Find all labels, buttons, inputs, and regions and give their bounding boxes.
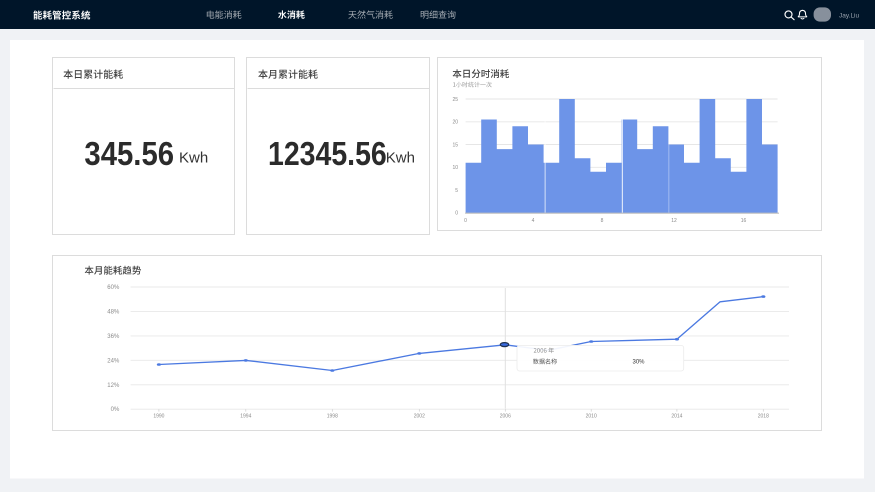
svg-text:345.56: 345.56 [84,135,174,172]
svg-text:36%: 36% [107,334,120,340]
svg-text:0: 0 [464,218,467,224]
svg-text:Kwh: Kwh [386,150,415,167]
svg-text:12345.56: 12345.56 [268,135,387,173]
svg-text:10: 10 [452,165,458,171]
svg-text:24%: 24% [107,358,120,364]
svg-text:48%: 48% [107,309,120,315]
svg-text:2010: 2010 [586,413,597,419]
svg-text:Kwh: Kwh [179,150,208,167]
svg-text:8: 8 [601,218,604,224]
svg-text:15: 15 [452,142,458,148]
svg-text:0: 0 [455,211,458,217]
svg-text:2006: 2006 [500,413,511,419]
svg-text:60%: 60% [107,285,120,291]
svg-text:2014: 2014 [671,413,682,419]
svg-text:Jay.Liu: Jay.Liu [839,12,859,19]
svg-text:1990: 1990 [153,413,164,419]
svg-text:30%: 30% [633,360,646,366]
svg-text:0%: 0% [111,407,120,413]
svg-text:1998: 1998 [327,413,338,419]
svg-text:12: 12 [671,218,677,224]
svg-text:5: 5 [455,188,458,194]
svg-text:1994: 1994 [240,413,251,419]
svg-text:16: 16 [741,218,747,224]
svg-text:2018: 2018 [758,413,769,419]
svg-text:2002: 2002 [414,413,425,419]
svg-text:4: 4 [532,218,535,224]
svg-text:12%: 12% [107,383,120,389]
svg-text:20: 20 [452,120,458,126]
svg-text:25: 25 [452,97,458,103]
